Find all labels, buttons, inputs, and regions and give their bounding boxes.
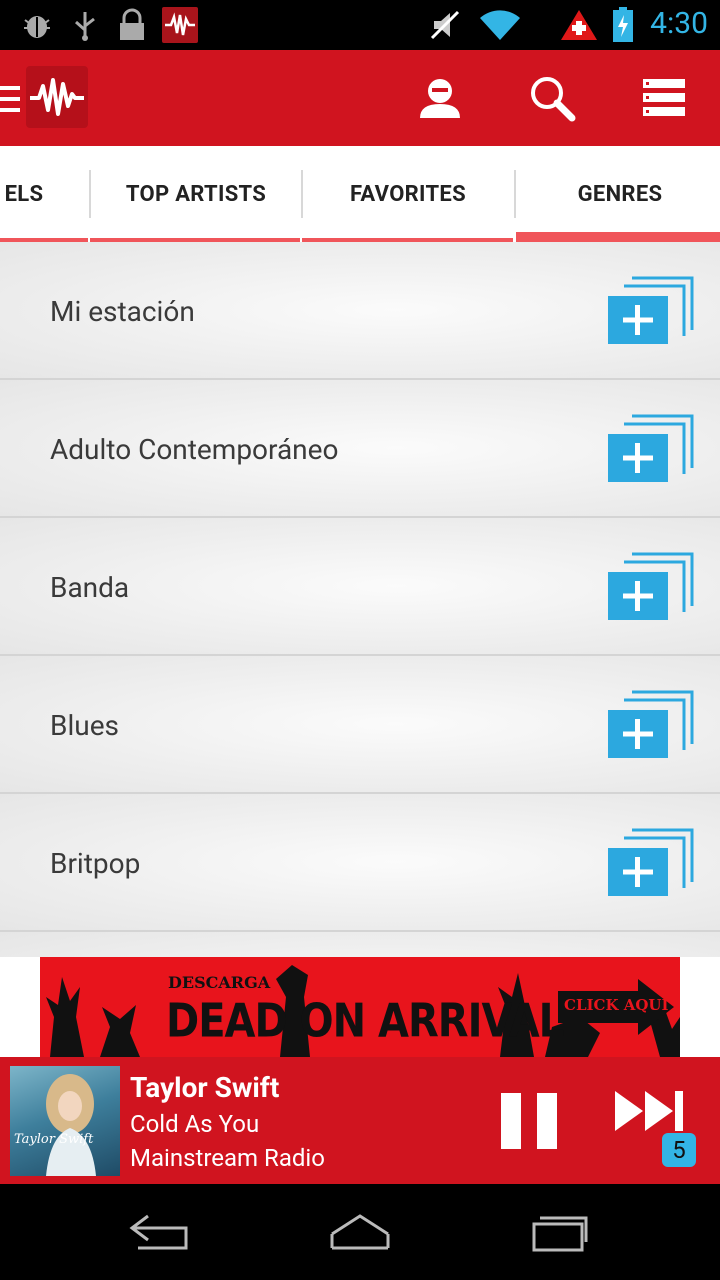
album-art[interactable]: Taylor Swift bbox=[10, 1066, 120, 1176]
bug-icon bbox=[24, 16, 50, 38]
list-item[interactable]: Banda bbox=[0, 518, 720, 656]
add-station-icon[interactable] bbox=[608, 686, 696, 762]
system-nav-bar bbox=[0, 1184, 720, 1280]
genre-label: Britpop bbox=[50, 846, 141, 880]
status-bar: 4:30 bbox=[0, 0, 720, 50]
pause-icon bbox=[501, 1092, 557, 1149]
ad-banner[interactable]: DESCARGA DEAD ON ARRIVAL CLICK AQUÍ bbox=[0, 957, 720, 1057]
add-station-icon[interactable] bbox=[608, 548, 696, 624]
ad-top-text: DESCARGA bbox=[168, 973, 271, 992]
genre-label: Banda bbox=[50, 570, 130, 604]
skip-next-icon bbox=[615, 1090, 683, 1131]
recent-apps-button[interactable] bbox=[480, 1184, 640, 1280]
tab-label: GENRES bbox=[577, 181, 663, 207]
track-title: Cold As You bbox=[130, 1110, 260, 1138]
genre-label: Blues bbox=[50, 708, 119, 742]
hamburger-icon bbox=[0, 86, 20, 112]
track-artist: Taylor Swift bbox=[130, 1071, 280, 1104]
tab-label: ELS bbox=[4, 181, 44, 207]
usb-icon bbox=[75, 12, 95, 41]
tab-top-artists[interactable]: TOP ARTISTS bbox=[90, 146, 302, 242]
tab-label: TOP ARTISTS bbox=[125, 181, 267, 207]
recent-apps-icon bbox=[532, 1216, 588, 1252]
tab-channels[interactable]: ELS bbox=[0, 146, 88, 242]
add-station-icon[interactable] bbox=[608, 410, 696, 486]
list-item[interactable]: Mi estación bbox=[0, 242, 720, 380]
tab-active-indicator bbox=[516, 232, 720, 242]
drawer-toggle-button[interactable] bbox=[0, 50, 96, 146]
add-station-icon[interactable] bbox=[608, 824, 696, 900]
skip-count-badge: 5 bbox=[662, 1133, 696, 1167]
mute-icon bbox=[430, 10, 460, 40]
status-time: 4:30 bbox=[650, 6, 708, 41]
ad-cta-arrow[interactable]: CLICK AQUÍ bbox=[558, 979, 674, 1035]
home-button[interactable] bbox=[280, 1184, 440, 1280]
profile-button[interactable] bbox=[392, 50, 488, 146]
list-item[interactable] bbox=[0, 932, 720, 957]
ad-image[interactable]: DESCARGA DEAD ON ARRIVAL CLICK AQUÍ bbox=[40, 957, 680, 1057]
now-playing-bar[interactable]: Taylor Swift Taylor Swift Cold As You Ma… bbox=[0, 1057, 720, 1184]
list-item[interactable]: Blues bbox=[0, 656, 720, 794]
add-station-icon[interactable] bbox=[608, 272, 696, 348]
search-button[interactable] bbox=[504, 50, 600, 146]
action-bar bbox=[0, 50, 720, 146]
album-art-text: Taylor Swift bbox=[14, 1132, 94, 1147]
back-icon bbox=[129, 1214, 188, 1250]
lock-icon bbox=[120, 8, 144, 40]
menu-button[interactable] bbox=[616, 50, 712, 146]
tab-bar: ELS TOP ARTISTS FAVORITES GENRES bbox=[0, 146, 720, 242]
genre-label: Mi estación bbox=[50, 294, 195, 328]
station-name: Mainstream Radio bbox=[130, 1144, 325, 1172]
ad-main-text: DEAD ON ARRIVAL bbox=[166, 995, 564, 1048]
wifi-icon bbox=[480, 10, 520, 40]
search-icon bbox=[531, 77, 576, 122]
tab-favorites[interactable]: FAVORITES bbox=[302, 146, 514, 242]
menu-list-icon bbox=[643, 79, 685, 116]
ad-cta-text: CLICK AQUÍ bbox=[564, 996, 669, 1014]
app-logo-icon bbox=[26, 66, 88, 128]
list-item[interactable]: Adulto Contemporáneo bbox=[0, 380, 720, 518]
genre-list: Mi estación Adulto Contemporáneo Banda B… bbox=[0, 242, 720, 957]
battery-icon bbox=[613, 7, 633, 42]
back-button[interactable] bbox=[80, 1184, 240, 1280]
app-notification-icon bbox=[162, 7, 198, 43]
pause-button[interactable] bbox=[484, 1057, 574, 1184]
tab-label: FAVORITES bbox=[350, 181, 466, 207]
profile-icon bbox=[420, 79, 460, 118]
home-icon bbox=[330, 1214, 390, 1250]
genre-label: Adulto Contemporáneo bbox=[50, 432, 339, 466]
tab-genres[interactable]: GENRES bbox=[516, 146, 720, 242]
list-item[interactable]: Britpop bbox=[0, 794, 720, 932]
warning-icon bbox=[561, 10, 597, 40]
